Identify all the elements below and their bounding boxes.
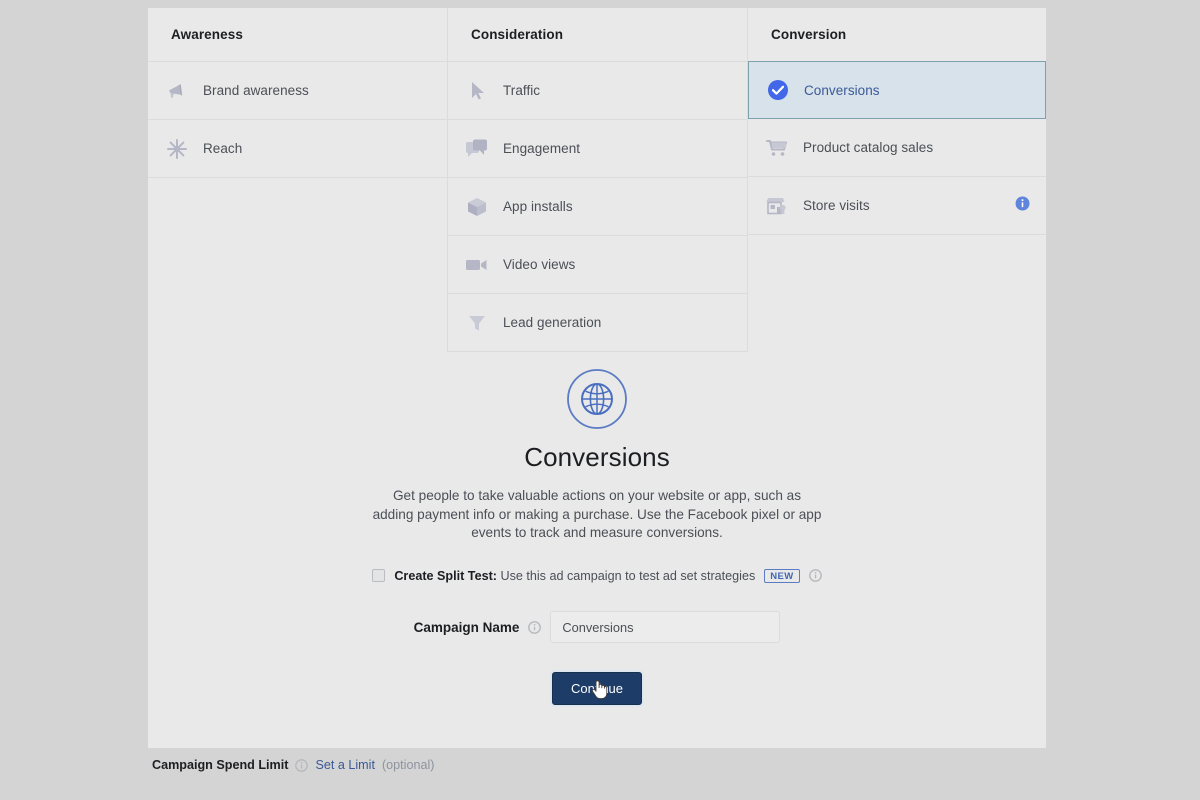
objective-lead-generation[interactable]: Lead generation bbox=[448, 294, 747, 352]
video-camera-icon bbox=[462, 251, 492, 279]
create-split-test-checkbox[interactable] bbox=[372, 569, 386, 583]
objective-product-catalog-sales[interactable]: Product catalog sales bbox=[748, 119, 1046, 177]
objective-label: Lead generation bbox=[503, 315, 602, 330]
campaign-spend-limit-label: Campaign Spend Limit bbox=[152, 758, 289, 772]
campaign-name-info-icon[interactable] bbox=[528, 620, 542, 634]
objective-store-visits[interactable]: Store visits bbox=[748, 177, 1046, 235]
column-conversion: Conversion Conversions Product catalog s… bbox=[747, 8, 1046, 352]
objective-reach[interactable]: Reach bbox=[148, 120, 447, 178]
cursor-arrow-icon bbox=[462, 77, 492, 105]
continue-button-label: Continue bbox=[570, 681, 624, 696]
globe-icon bbox=[148, 368, 1046, 430]
megaphone-icon bbox=[162, 77, 192, 105]
objective-brand-awareness[interactable]: Brand awareness bbox=[148, 62, 447, 120]
objective-label: Video views bbox=[503, 257, 576, 272]
objective-label: Traffic bbox=[503, 83, 541, 98]
optional-text: (optional) bbox=[381, 758, 435, 772]
objective-label: Brand awareness bbox=[203, 83, 309, 98]
split-test-label: Create Split Test: Use this ad campaign … bbox=[394, 569, 755, 583]
funnel-icon bbox=[462, 309, 492, 337]
objective-label: Conversions bbox=[804, 82, 880, 98]
column-header-conversion: Conversion bbox=[748, 8, 1046, 62]
store-visits-info-icon[interactable] bbox=[1015, 196, 1030, 216]
check-circle-icon bbox=[763, 76, 793, 104]
column-consideration: Consideration Traffic Engagement App ins… bbox=[447, 8, 747, 352]
campaign-spend-limit-bar: Campaign Spend Limit Set a Limit (option… bbox=[152, 758, 434, 772]
storefront-icon bbox=[762, 192, 792, 220]
shopping-cart-icon bbox=[762, 134, 792, 162]
campaign-name-row: Campaign Name bbox=[148, 611, 1046, 643]
objective-engagement[interactable]: Engagement bbox=[448, 120, 747, 178]
continue-button[interactable]: Continue bbox=[552, 672, 642, 705]
split-test-label-rest: Use this ad campaign to test ad set stra… bbox=[500, 568, 756, 583]
objective-detail-section: Conversions Get people to take valuable … bbox=[148, 368, 1046, 705]
objective-label: Store visits bbox=[803, 198, 870, 213]
campaign-name-input[interactable] bbox=[550, 611, 781, 643]
column-header-awareness: Awareness bbox=[148, 8, 447, 62]
campaign-name-label: Campaign Name bbox=[413, 619, 520, 635]
objective-label: Product catalog sales bbox=[803, 140, 934, 155]
campaign-objective-panel: Awareness Brand awareness Reach Consider… bbox=[148, 8, 1046, 748]
objective-app-installs[interactable]: App installs bbox=[448, 178, 747, 236]
column-awareness: Awareness Brand awareness Reach bbox=[148, 8, 447, 410]
objective-label: Reach bbox=[203, 141, 243, 156]
column-filler-conversion bbox=[748, 235, 1046, 352]
starburst-icon bbox=[162, 135, 192, 163]
screen-root: Awareness Brand awareness Reach Consider… bbox=[0, 0, 1200, 800]
split-test-label-bold: Create Split Test: bbox=[394, 568, 497, 583]
new-badge: NEW bbox=[764, 568, 800, 583]
objective-description: Get people to take valuable actions on y… bbox=[372, 488, 822, 540]
objective-label: App installs bbox=[503, 199, 573, 214]
box-icon bbox=[462, 193, 492, 221]
objective-label: Engagement bbox=[503, 141, 581, 156]
objective-video-views[interactable]: Video views bbox=[448, 236, 747, 294]
split-test-row: Create Split Test: Use this ad campaign … bbox=[148, 568, 1046, 583]
speech-bubbles-icon bbox=[462, 135, 492, 163]
column-header-consideration: Consideration bbox=[448, 8, 747, 62]
objective-conversions[interactable]: Conversions bbox=[748, 61, 1046, 119]
page-title: Conversions bbox=[524, 442, 670, 472]
objective-traffic[interactable]: Traffic bbox=[448, 62, 747, 120]
set-a-limit-link[interactable]: Set a Limit bbox=[315, 758, 375, 772]
continue-button-wrapper: Continue bbox=[148, 672, 1046, 705]
campaign-spend-limit-info-icon[interactable] bbox=[295, 758, 309, 772]
split-test-info-icon[interactable] bbox=[808, 569, 822, 583]
